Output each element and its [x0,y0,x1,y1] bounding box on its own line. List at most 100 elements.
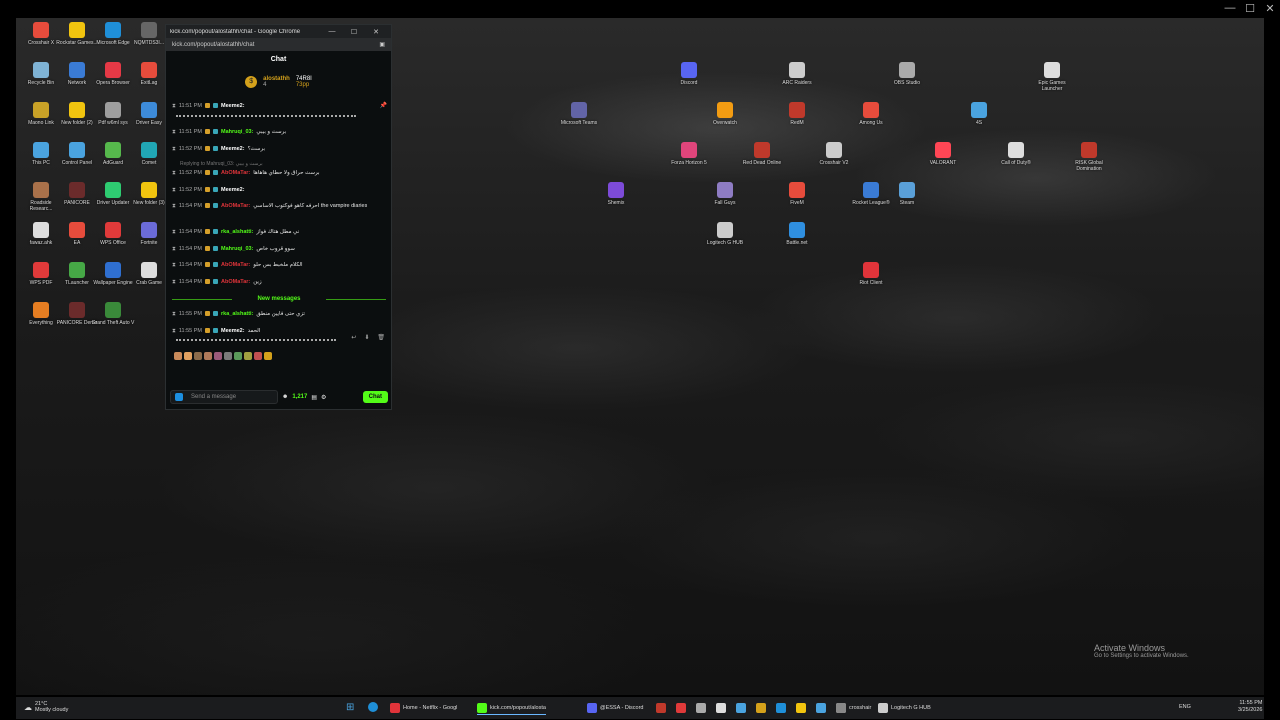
mod-action-icon[interactable]: ⧗ [172,186,176,194]
chat-message[interactable]: ⧗ 11:54 PM AbOMaTar: احرفه كاهو فوكتوب الاس… [172,202,384,210]
close-icon[interactable]: ✕ [365,28,387,36]
desktop-icon[interactable]: ARC Raiders [775,62,819,86]
message-username[interactable]: Meeme2: [221,145,245,153]
edge-icon[interactable] [368,702,378,712]
message-username[interactable]: Meeme2: [221,186,245,194]
mod-action-icon[interactable]: ⧗ [172,128,176,136]
message-input[interactable]: Send a message [170,390,278,404]
pinned-app-icon[interactable] [816,701,826,715]
chat-popup-window[interactable]: kick.com/popout/alostathh/chat - Google … [165,24,392,410]
taskbar-app[interactable]: Logitech G HUB [878,701,931,715]
desktop-icon[interactable]: Epic Games Launcher [1030,62,1074,92]
minimize-icon[interactable]: — [1222,2,1238,14]
message-username[interactable]: AbOMaTar: [221,169,250,177]
pinned-app-icon[interactable] [656,701,666,715]
desktop-icon[interactable]: Steam [885,182,929,206]
chat-message[interactable]: ⧗ 11:54 PM Mahruqi_03: سوو قروب خاص [172,245,384,253]
mod-action-icon[interactable]: ⧗ [172,310,176,318]
chat-messages[interactable]: ⧗ 11:51 PM Meeme2: ⧗ 11:51 PM Mahruqi_03: برسث… [166,98,391,348]
taskbar-app[interactable]: kick.com/popout/alosta [477,701,546,715]
maximize-icon[interactable]: ☐ [1242,2,1258,15]
pinned-app-icon[interactable] [696,701,706,715]
chat-message[interactable]: ⧗ 11:55 PM rka_alshatti: تزي حتى فايين منطق [172,310,384,318]
desktop-icon[interactable]: VALORANT [921,142,965,166]
close-icon[interactable]: ✕ [1262,2,1278,15]
emote-icon[interactable] [204,352,212,360]
weather-widget[interactable]: ☁ 21°C Mostly cloudy [24,701,68,713]
emoji-icon[interactable]: ☻ [282,394,288,400]
desktop-icon[interactable]: Riot Client [849,262,893,286]
message-username[interactable]: AbOMaTar: [221,261,250,269]
emote-icon[interactable] [234,352,242,360]
message-username[interactable]: rka_alshatti: [221,228,253,236]
chat-message[interactable]: ⧗ 11:52 PM Meeme2: [172,186,384,194]
emote-icon[interactable] [254,352,262,360]
message-username[interactable]: AbOMaTar: [221,202,250,210]
mod-action-icon[interactable]: ⧗ [172,261,176,269]
delete-icon[interactable]: 🗑 [377,334,385,341]
pinned-app-icon[interactable] [716,701,726,715]
settings-gear-icon[interactable]: ⚙ [321,394,326,401]
pinned-app-icon[interactable] [796,701,806,715]
extension-icon[interactable]: ▣ [379,41,385,48]
address-bar[interactable]: kick.com/popout/alostathh/chat ▣ [166,38,391,51]
reply-icon[interactable]: ↩ [351,334,356,341]
desktop-icon[interactable]: FiveM [775,182,819,206]
clock[interactable]: 11:55 PM 3/25/2026 [1238,700,1262,714]
desktop-icon[interactable]: Crosshair V2 [812,142,856,166]
desktop-icon[interactable]: Discord [667,62,711,86]
gift-icon[interactable]: ▤ [311,394,317,401]
desktop-icon[interactable]: Among Us [849,102,893,126]
desktop-icon[interactable]: Red Dead Online [740,142,784,166]
emote-icon[interactable] [244,352,252,360]
taskbar-app[interactable]: @ESSA - Discord [587,701,643,715]
message-username[interactable]: Mahruqi_03: [221,128,253,136]
desktop-icon[interactable]: RISK Global Domination [1067,142,1111,172]
chat-message[interactable]: ⧗ 11:54 PM AbOMaTar: الكلام ملخبط بس حلو [172,261,384,269]
desktop-icon[interactable]: OBS Studio [885,62,929,86]
mod-action-icon[interactable]: ⧗ [172,228,176,236]
mod-action-icon[interactable]: ⧗ [172,102,176,110]
pinned-app-icon[interactable] [836,701,846,715]
chat-message[interactable]: ⧗ 11:54 PM rka_alshatti: ني مطل هتاك فواز [172,228,384,236]
pinned-app-icon[interactable] [676,701,686,715]
desktop-icon[interactable]: Battle.net [775,222,819,246]
emote-icon[interactable] [264,352,272,360]
chat-message[interactable]: ⧗ 11:52 PM Meeme2: برسث؟ [172,145,384,153]
mod-action-icon[interactable]: ⧗ [172,202,176,210]
mod-action-icon[interactable]: ⧗ [172,278,176,286]
pin-icon[interactable]: 📌 [380,102,387,109]
desktop-icon[interactable]: RedM [775,102,819,126]
mod-action-icon[interactable]: ⧗ [172,169,176,177]
emote-icon[interactable] [194,352,202,360]
desktop-icon[interactable]: 4S [957,102,1001,126]
emote-strip[interactable] [166,348,391,364]
window-titlebar[interactable]: kick.com/popout/alostathh/chat - Google … [166,25,391,38]
message-username[interactable]: AbOMaTar: [221,278,250,286]
pinned-app-icon[interactable] [756,701,766,715]
chat-send-button[interactable]: Chat [362,391,388,403]
chat-message[interactable]: ⧗ 11:54 PM AbOMaTar: زين [172,278,384,286]
minimize-icon[interactable]: — [321,28,343,35]
desktop-icon[interactable]: Microsoft Teams [557,102,601,126]
emote-icon[interactable] [224,352,232,360]
reply-reference[interactable]: Replying to Mahruqi_03: برسث و بيبي [172,161,263,168]
desktop-icon[interactable]: Fall Guys [703,182,747,206]
desktop-icon[interactable]: Shemix [594,182,638,206]
pinned-app-icon[interactable] [776,701,786,715]
desktop-icon[interactable]: Grand Theft Auto V [91,302,135,326]
desktop-icon[interactable]: Overwatch [703,102,747,126]
emote-icon[interactable] [174,352,182,360]
pinned-app-icon[interactable] [736,701,746,715]
pinned-user-card[interactable]: $ alostathh 4 74R8I 73pp [166,66,391,98]
mod-action-icon[interactable]: ⧗ [172,245,176,253]
chat-message[interactable]: ⧗ 11:51 PM Meeme2: [172,102,384,110]
maximize-icon[interactable]: ☐ [343,28,365,36]
windows-start-icon[interactable]: ⊞ [346,702,354,713]
desktop-icon[interactable]: Call of Duty® [994,142,1038,166]
desktop-icon[interactable]: Forza Horizon 5 [667,142,711,166]
mod-action-icon[interactable]: ⧗ [172,145,176,153]
emote-icon[interactable] [184,352,192,360]
chat-message[interactable]: ⧗ 11:52 PM AbOMaTar: برسث حراق ولا حطاي هاه… [172,169,384,177]
chat-message[interactable]: ⧗ 11:51 PM Mahruqi_03: برسث و بيبي [172,128,384,136]
